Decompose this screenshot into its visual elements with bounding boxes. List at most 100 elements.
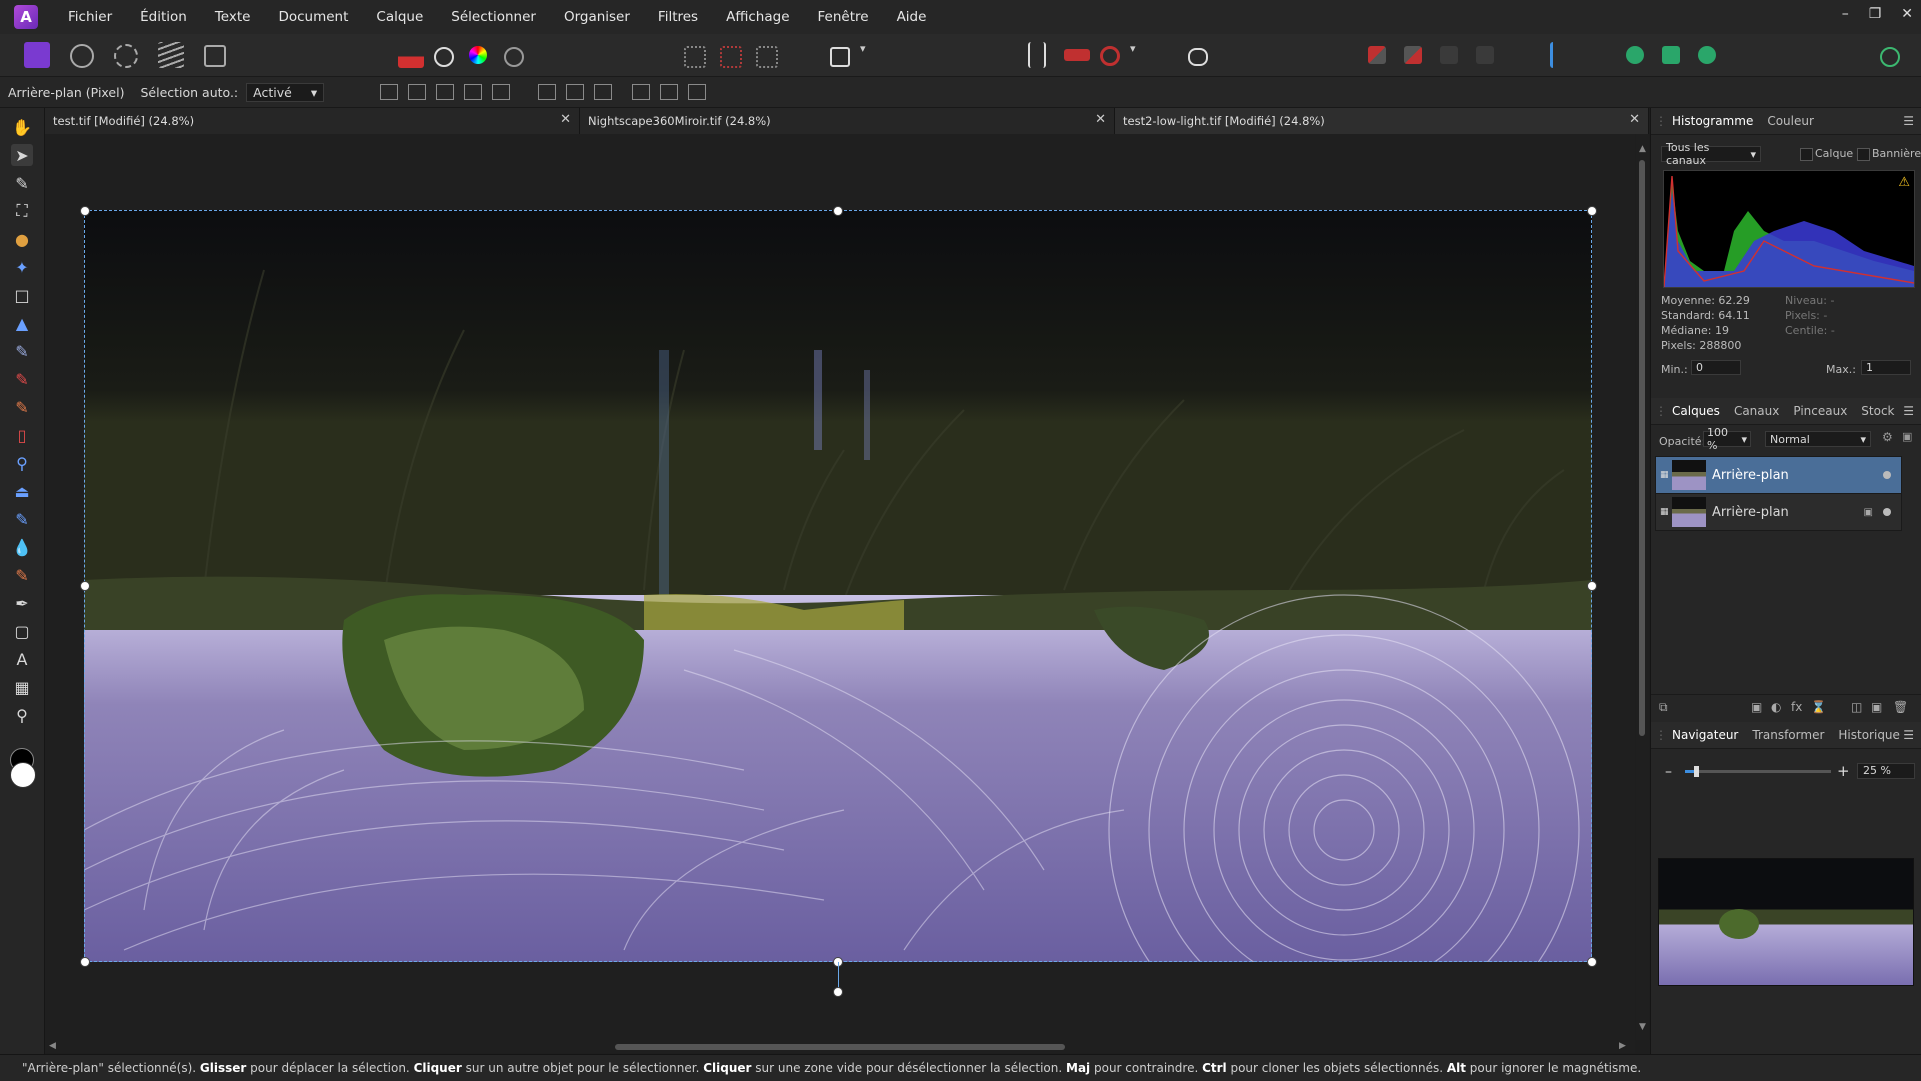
navigator-preview[interactable] (1658, 858, 1914, 986)
tab-test2-low-light[interactable]: test2-low-light.tif [Modifié] (24.8%) ✕ (1115, 108, 1649, 134)
levels-icon[interactable] (398, 42, 424, 68)
minimize-icon[interactable]: – (1842, 6, 1849, 22)
channel-dropdown[interactable]: Tous les canaux ▾ (1661, 141, 1761, 167)
dodge-brush-icon[interactable]: ⚲ (11, 452, 33, 474)
max-input[interactable]: 1 (1861, 360, 1911, 375)
clone-brush-icon[interactable]: ⏏ (11, 480, 33, 502)
close-icon[interactable]: ✕ (560, 112, 571, 127)
liquify-persona-icon[interactable] (70, 44, 94, 68)
lock-icon[interactable]: ▣ (1864, 507, 1873, 518)
show-bounds-icon[interactable] (408, 84, 427, 100)
menu-fichier[interactable]: Fichier (54, 9, 126, 25)
marquee-tool-icon[interactable]: □ (11, 284, 33, 306)
transform-objects-icon[interactable] (436, 84, 455, 100)
panel-menu-icon[interactable]: ☰ (1903, 728, 1914, 742)
hand-tool-icon[interactable]: ✋ (11, 116, 33, 138)
group-folder-icon[interactable]: ◫ (1851, 700, 1862, 714)
resize-handle[interactable] (80, 206, 90, 216)
primary-color-swatch[interactable] (10, 762, 36, 788)
opacity-dropdown[interactable]: 100 % ▾ (1703, 426, 1751, 452)
rotation-handle[interactable] (833, 987, 843, 997)
affinity-photo-logo[interactable]: A (14, 5, 38, 29)
invert-selection-icon[interactable] (756, 46, 778, 68)
gradient-tool-icon[interactable]: ✎ (11, 340, 33, 362)
arrange-top-icon[interactable] (1476, 46, 1494, 64)
horizontal-scroll-thumb[interactable] (615, 1044, 1065, 1050)
vertical-scroll-thumb[interactable] (1639, 160, 1645, 736)
move-tool-icon[interactable]: ➤ (11, 144, 33, 166)
maximize-icon[interactable]: ❐ (1869, 6, 1882, 22)
layer-visibility-icon[interactable]: ▦ (1660, 470, 1669, 480)
resize-handle[interactable] (1587, 581, 1597, 591)
lock-icon[interactable]: ▣ (1902, 430, 1912, 443)
menu-fenetre[interactable]: Fenêtre (804, 9, 883, 25)
grid-icon[interactable] (464, 84, 483, 100)
red-eye-icon[interactable]: ✎ (11, 564, 33, 586)
menu-edition[interactable]: Édition (126, 9, 201, 25)
align-bottom-icon[interactable] (688, 84, 707, 100)
tab-couleur[interactable]: Couleur (1760, 114, 1821, 128)
align-left-icon[interactable] (538, 84, 557, 100)
layer-visible-dot[interactable] (1883, 508, 1891, 516)
snapping-icon[interactable] (1028, 42, 1046, 68)
mesh-warp-icon[interactable]: ▦ (11, 676, 33, 698)
tab-histogramme[interactable]: Histogramme (1665, 114, 1760, 128)
blur-brush-icon[interactable]: 💧 (11, 536, 33, 558)
vertical-scrollbar[interactable]: ▲ ▼ (1636, 134, 1649, 1040)
tab-calques[interactable]: Calques (1665, 404, 1727, 418)
hourglass-icon[interactable]: ⌛ (1811, 700, 1826, 714)
min-input[interactable]: 0 (1691, 360, 1741, 375)
auto-contrast-icon[interactable] (434, 47, 454, 67)
panel-menu-icon[interactable]: ☰ (1903, 404, 1914, 418)
resize-handle[interactable] (833, 206, 843, 216)
auto-color-icon[interactable] (469, 46, 487, 64)
resize-handle[interactable] (1587, 206, 1597, 216)
zoom-slider-thumb[interactable] (1693, 766, 1699, 777)
resize-handle[interactable] (80, 581, 90, 591)
text-tool-icon[interactable]: A (11, 648, 33, 670)
layer-options-icon[interactable]: ⧉ (1659, 700, 1668, 715)
scroll-up-icon[interactable]: ▲ (1639, 144, 1646, 154)
arrange-forward-icon[interactable] (1404, 46, 1422, 64)
scroll-down-icon[interactable]: ▼ (1639, 1022, 1646, 1032)
auto-select-dropdown[interactable]: Activé ▾ (246, 82, 325, 102)
flood-fill-icon[interactable]: ▲ (11, 312, 33, 334)
arrange-front-icon[interactable] (1440, 46, 1458, 64)
auto-white-balance-icon[interactable] (504, 47, 524, 67)
scroll-right-icon[interactable]: ▶ (1619, 1041, 1626, 1051)
panel-menu-icon[interactable]: ☰ (1903, 114, 1914, 128)
menu-aide[interactable]: Aide (883, 9, 941, 25)
transform-origin-icon[interactable] (380, 84, 399, 100)
warning-icon[interactable]: ⚠ (1898, 175, 1910, 190)
layer-row[interactable]: ▦ Arrière-plan ▣ (1655, 493, 1902, 531)
flood-select-icon[interactable]: ✦ (11, 256, 33, 278)
color-picker-icon[interactable]: ✎ (11, 172, 33, 194)
layer-checkbox[interactable] (1800, 148, 1813, 161)
scroll-left-icon[interactable]: ◀ (49, 1041, 56, 1051)
undo-icon[interactable] (1100, 46, 1120, 66)
menu-selectionner[interactable]: Sélectionner (437, 9, 550, 25)
align-middle-icon[interactable] (660, 84, 679, 100)
select-all-icon[interactable] (684, 46, 706, 68)
resize-handle[interactable] (80, 957, 90, 967)
photo-persona-icon[interactable] (24, 42, 50, 68)
crop-tool-icon[interactable]: ⛶ (11, 200, 33, 222)
pen-tool-icon[interactable]: ✒ (11, 592, 33, 614)
zoom-slider[interactable] (1685, 766, 1831, 777)
tab-pinceaux[interactable]: Pinceaux (1786, 404, 1854, 418)
boolean-intersect-icon[interactable] (1698, 46, 1716, 64)
boolean-subtract-icon[interactable] (1662, 46, 1680, 64)
paint-brush-icon[interactable]: ✎ (11, 368, 33, 390)
layer-visibility-icon[interactable]: ▦ (1660, 507, 1669, 517)
delete-layer-icon[interactable]: 🗑 (1893, 700, 1908, 714)
quick-mask-icon[interactable] (830, 47, 850, 67)
align-right-icon[interactable] (594, 84, 613, 100)
erase-brush-icon[interactable]: ▯ (11, 424, 33, 446)
alignment-icon[interactable] (1550, 42, 1569, 68)
chevron-down-icon[interactable]: ▾ (1130, 42, 1144, 68)
banner-checkbox[interactable] (1857, 148, 1870, 161)
fx-icon[interactable]: fx (1791, 700, 1802, 714)
blend-mode-dropdown[interactable]: Normal ▾ (1765, 431, 1871, 447)
chevron-down-icon[interactable]: ▾ (860, 42, 874, 68)
horizontal-scrollbar[interactable]: ◀ ▶ (45, 1040, 1635, 1053)
